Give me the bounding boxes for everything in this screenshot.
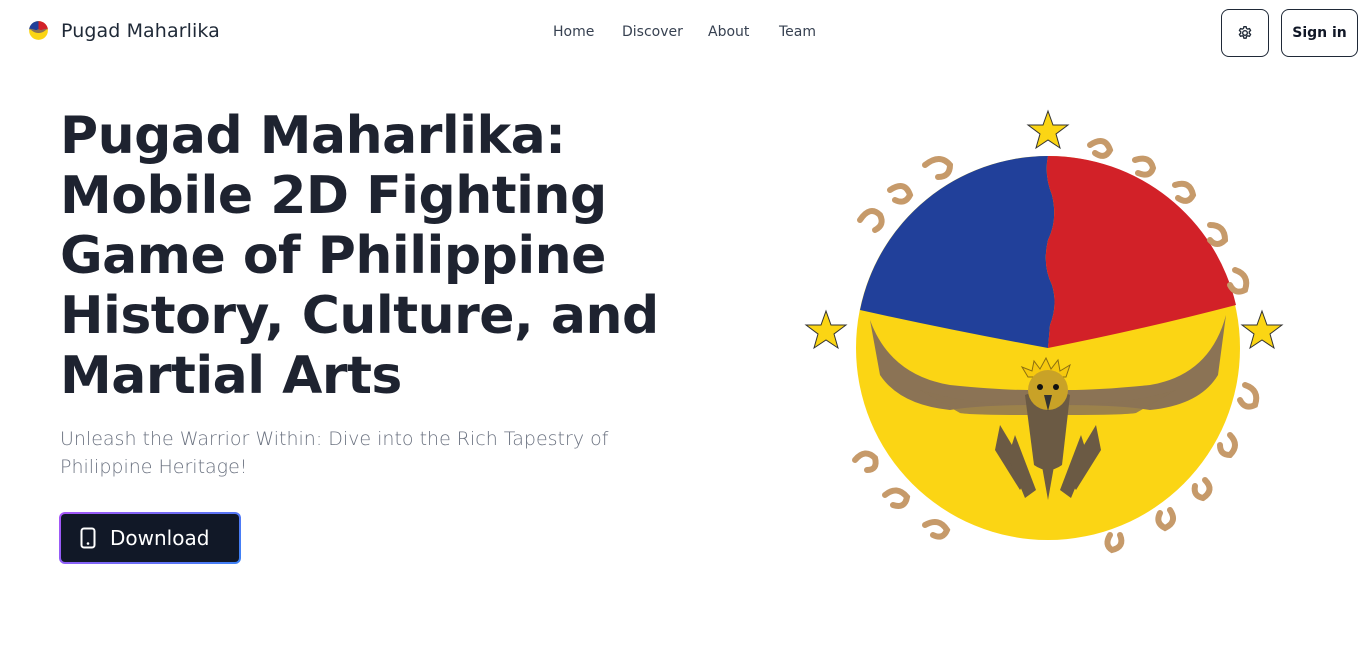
- brand[interactable]: Pugad Maharlika: [26, 18, 220, 43]
- hero-subtitle: Unleash the Warrior Within: Dive into th…: [60, 428, 609, 478]
- nav-link-discover[interactable]: Discover: [622, 24, 683, 40]
- sign-in-button[interactable]: Sign in: [1281, 9, 1358, 57]
- nav-link-home[interactable]: Home: [553, 24, 594, 40]
- download-label: Download: [110, 526, 210, 550]
- gear-icon: [1238, 26, 1252, 39]
- hero-title: Pugad Maharlika: Mobile 2D Fighting Game…: [60, 106, 659, 406]
- navbar: Pugad Maharlika Home Discover About Team…: [0, 0, 1366, 65]
- download-button[interactable]: Download: [59, 512, 241, 564]
- brand-name: Pugad Maharlika: [61, 19, 220, 42]
- theme-settings-button[interactable]: [1221, 9, 1269, 57]
- eagle-emblem-logo-icon: [29, 21, 48, 40]
- phone-icon: [80, 527, 96, 549]
- nav-link-team[interactable]: Team: [779, 24, 816, 40]
- nav-link-about[interactable]: About: [708, 24, 749, 40]
- philippine-eagle-emblem-icon: [804, 109, 1284, 554]
